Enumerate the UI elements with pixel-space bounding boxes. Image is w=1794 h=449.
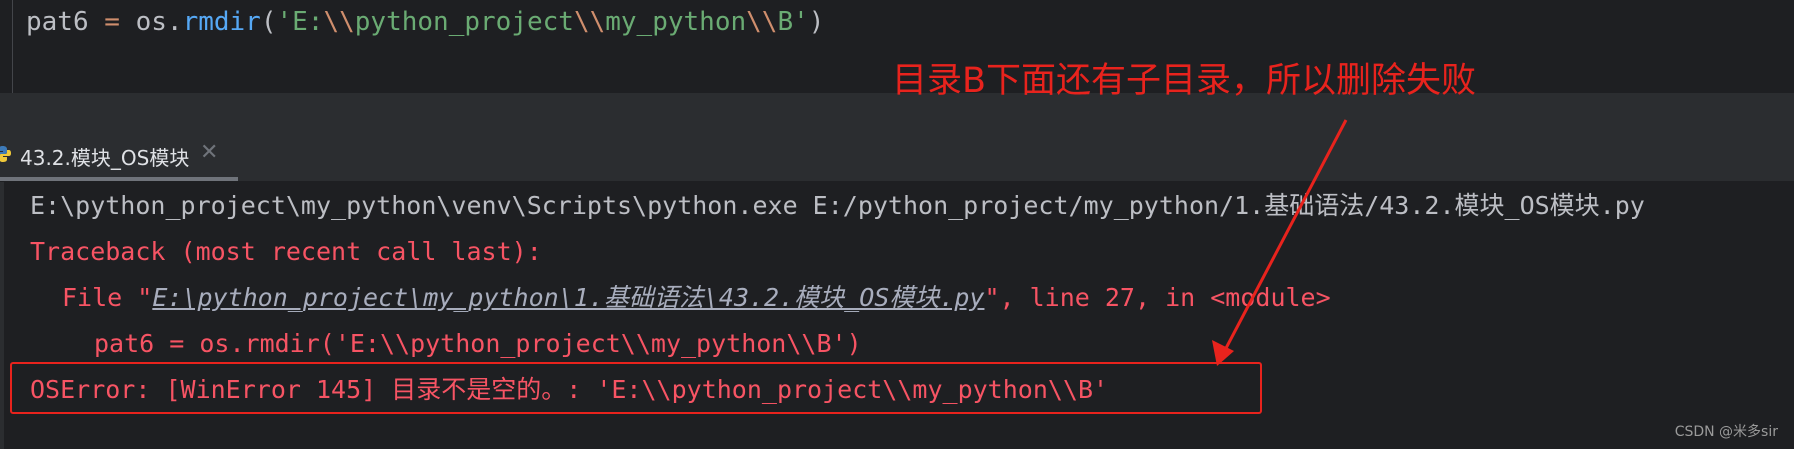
code-paren-open: ( [260, 7, 277, 37]
file-prefix: File " [62, 283, 153, 312]
close-icon[interactable]: ✕ [200, 140, 218, 165]
python-icon [0, 146, 11, 162]
editor-gutter-divider [12, 0, 13, 93]
code-operator: = [88, 7, 136, 37]
code-object: os. [135, 7, 183, 37]
code-escape: \\ [746, 7, 778, 37]
annotation-text: 目录B下面还有子目录，所以删除失败 [892, 61, 1477, 101]
code-escape: \\ [573, 7, 606, 37]
code-string: B' [777, 7, 809, 37]
code-function: rmdir [182, 7, 261, 37]
traceback-file-line: File "E:\python_project\my_python\1.基础语法… [62, 280, 1331, 316]
tab-label: 43.2.模块_OS模块 [20, 146, 190, 170]
file-suffix: ", line 27, in <module> [984, 283, 1331, 312]
code-escape: \\ [323, 7, 355, 37]
traceback-header: Traceback (most recent call last): [30, 237, 542, 266]
error-highlight-box [10, 362, 1262, 414]
code-string: my_python [605, 7, 747, 37]
run-tool-window-tabbar: 43.2.模块_OS模块 ✕ [0, 131, 1794, 182]
code-string: 'E: [276, 7, 324, 37]
watermark: CSDN @米多sir [1674, 424, 1778, 440]
console-left-edge [0, 182, 4, 449]
code-variable: pat6 [26, 7, 89, 37]
traceback-code-line: pat6 = os.rmdir('E:\\python_project\\my_… [94, 329, 862, 358]
active-tab-indicator [0, 177, 238, 181]
code-line[interactable]: pat6 = os.rmdir('E:\\python_project\\my_… [26, 4, 824, 40]
code-paren-close: ) [808, 7, 825, 37]
tab-run-config[interactable]: 43.2.模块_OS模块 ✕ [0, 131, 238, 177]
file-link[interactable]: E:\python_project\my_python\1.基础语法\43.2.… [152, 283, 984, 312]
code-string: python_project [354, 7, 574, 37]
console-command-line: E:\python_project\my_python\venv\Scripts… [30, 191, 1645, 220]
